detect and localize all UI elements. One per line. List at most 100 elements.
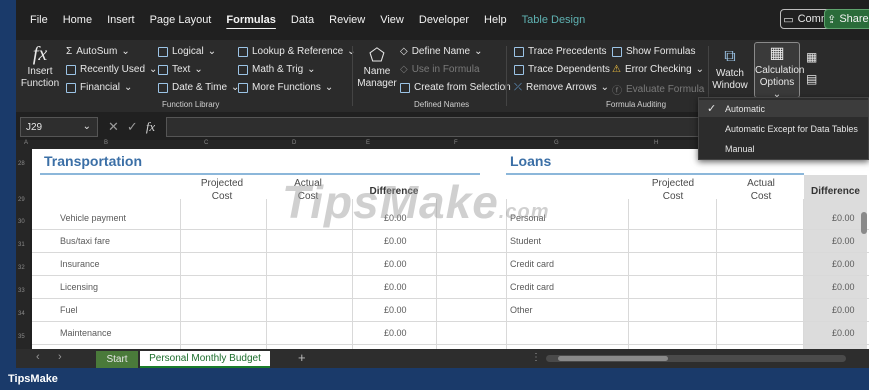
column-header-h[interactable]: H xyxy=(654,140,658,146)
column-header-g[interactable]: G xyxy=(554,140,559,146)
loans-difference-cell: £0.00 xyxy=(832,305,855,315)
remove-arrows-button[interactable]: ⤫ Remove Arrows ⌄ xyxy=(514,82,609,93)
menu-review[interactable]: Review xyxy=(329,14,365,26)
table-row[interactable]: Maintenance £0.00 £0.00 xyxy=(32,322,869,345)
show-formulas-button[interactable]: Show Formulas xyxy=(612,46,695,57)
math-trig-label: Math & Trig xyxy=(252,64,304,75)
cost-label: Cost xyxy=(211,191,233,202)
menu-item-automatic-except-data-tables[interactable]: Automatic Except for Data Tables xyxy=(725,124,858,134)
menu-insert[interactable]: Insert xyxy=(107,14,135,26)
menu-view[interactable]: View xyxy=(380,14,404,26)
chevron-down-icon: ⌄ xyxy=(207,46,217,57)
more-functions-button[interactable]: More Functions ⌄ xyxy=(238,82,333,93)
trace-precedents-button[interactable]: Trace Precedents xyxy=(514,46,607,57)
calculate-now-button[interactable]: ▦ xyxy=(806,50,817,64)
chevron-down-icon: ⌄ xyxy=(124,82,133,93)
column-header-a[interactable]: A xyxy=(24,140,28,146)
watermark-main: TipsMake xyxy=(282,176,499,228)
row-header[interactable]: 31 xyxy=(18,242,25,248)
text-button[interactable]: Text ⌄ xyxy=(158,64,203,75)
calculator-icon: ▤ xyxy=(806,72,818,86)
row-header[interactable]: 29 xyxy=(18,197,25,203)
loans-difference-cell: £0.00 xyxy=(832,282,855,292)
table-row[interactable]: Bus/taxi fare £0.00 Student £0.00 xyxy=(32,230,869,253)
row-header[interactable]: 34 xyxy=(18,311,25,317)
calculation-options-label-2-text: Options xyxy=(759,77,795,88)
column-header-e[interactable]: E xyxy=(366,140,370,146)
logical-button[interactable]: Logical ⌄ xyxy=(158,46,216,57)
enter-icon[interactable]: ✓ xyxy=(127,119,138,135)
worksheet-grid[interactable]: Transportation Loans Projected Cost Actu… xyxy=(32,149,869,349)
calculation-options-button[interactable]: ▦ Calculation Options ⌄ xyxy=(754,42,804,100)
use-in-formula-button[interactable]: ◇ Use in Formula xyxy=(400,64,480,75)
menu-item-manual[interactable]: Manual xyxy=(725,144,755,154)
calculator-icon: ▦ xyxy=(806,50,818,64)
insert-function-button[interactable]: fx Insert Function xyxy=(20,42,60,90)
chevron-down-icon: ⌄ xyxy=(324,82,334,93)
transportation-label-cell: Vehicle payment xyxy=(60,213,127,223)
name-manager-button[interactable]: ⬠ Name Manager xyxy=(356,44,398,90)
autosum-button[interactable]: Σ AutoSum ⌄ xyxy=(66,46,130,57)
share-icon: ⇪ xyxy=(827,13,837,26)
lookup-reference-button[interactable]: Lookup & Reference ⌄ xyxy=(238,46,356,57)
trace-icon xyxy=(514,46,524,57)
date-time-button[interactable]: Date & Time ⌄ xyxy=(158,82,239,93)
table-row[interactable]: Licensing £0.00 Credit card £0.00 xyxy=(32,276,869,299)
chevron-down-icon: ⌄ xyxy=(474,46,483,57)
error-checking-button[interactable]: ⚠ Error Checking ⌄ xyxy=(612,64,704,75)
chevron-down-icon: ⌄ xyxy=(149,64,158,75)
column-header-b[interactable]: B xyxy=(104,140,108,146)
row-header[interactable]: 28 xyxy=(18,161,25,167)
calculate-sheet-button[interactable]: ▤ xyxy=(806,72,817,86)
menu-formulas[interactable]: Formulas xyxy=(226,14,276,26)
create-from-selection-button[interactable]: Create from Selection xyxy=(400,82,511,93)
chevron-down-icon: ⌄ xyxy=(600,82,609,93)
table-row[interactable]: Insurance £0.00 Credit card £0.00 xyxy=(32,253,869,276)
sheet-tab-personal-monthly-budget[interactable]: Personal Monthly Budget xyxy=(140,351,270,368)
menu-page-layout[interactable]: Page Layout xyxy=(150,14,212,26)
formula-input[interactable] xyxy=(166,117,706,137)
menu-file[interactable]: File xyxy=(30,14,48,26)
menu-item-automatic[interactable]: Automatic xyxy=(725,104,765,114)
trace-dependents-button[interactable]: Trace Dependents xyxy=(514,64,610,75)
vertical-scrollbar-thumb[interactable] xyxy=(861,212,867,234)
watch-window-button[interactable]: ⧉ Watch Window xyxy=(710,46,750,92)
menu-table-design[interactable]: Table Design xyxy=(522,14,586,26)
define-name-button[interactable]: ◇ Define Name ⌄ xyxy=(400,46,482,57)
row-header[interactable]: 32 xyxy=(18,265,25,271)
row-header[interactable]: 30 xyxy=(18,219,25,225)
column-header-c[interactable]: C xyxy=(204,140,208,146)
menu-home[interactable]: Home xyxy=(63,14,92,26)
loans-difference-cell: £0.00 xyxy=(832,213,855,223)
financial-button[interactable]: Financial ⌄ xyxy=(66,82,132,93)
cancel-icon[interactable]: ✕ xyxy=(108,119,119,135)
loans-difference-cell: £0.00 xyxy=(832,328,855,338)
add-sheet-icon[interactable]: + xyxy=(298,350,306,365)
share-button[interactable]: ⇪ Share ⌄ xyxy=(824,9,869,29)
more-options-icon[interactable]: ⋮ xyxy=(531,352,541,363)
menu-help[interactable]: Help xyxy=(484,14,507,26)
column-header-f[interactable]: F xyxy=(454,140,458,146)
name-box[interactable]: J29 ⌄ xyxy=(20,117,98,137)
row-header[interactable]: 33 xyxy=(18,288,25,294)
recently-used-button[interactable]: Recently Used ⌄ xyxy=(66,64,157,75)
math-trig-button[interactable]: Math & Trig ⌄ xyxy=(238,64,316,75)
sheet-tab-start[interactable]: Start xyxy=(96,351,138,368)
fx-icon[interactable]: fx xyxy=(146,119,155,135)
menu-developer[interactable]: Developer xyxy=(419,14,469,26)
row-header[interactable]: 35 xyxy=(18,334,25,340)
horizontal-scrollbar[interactable] xyxy=(546,355,846,362)
book-icon xyxy=(158,46,168,57)
name-manager-label-1: Name xyxy=(363,66,391,77)
chevron-left-icon[interactable]: ‹ xyxy=(36,351,40,363)
transportation-label-cell: Fuel xyxy=(60,305,78,315)
tag-icon: ⬠ xyxy=(369,45,385,65)
evaluate-formula-button[interactable]: ⓕ Evaluate Formula xyxy=(612,82,704,97)
column-header-d[interactable]: D xyxy=(292,140,296,146)
horizontal-scrollbar-thumb[interactable] xyxy=(558,356,668,361)
transportation-label-cell: Licensing xyxy=(60,282,99,292)
chevron-right-icon[interactable]: › xyxy=(58,351,62,363)
table-row[interactable]: Fuel £0.00 Other £0.00 xyxy=(32,299,869,322)
insert-function-label-1: Insert xyxy=(27,66,53,77)
menu-data[interactable]: Data xyxy=(291,14,314,26)
